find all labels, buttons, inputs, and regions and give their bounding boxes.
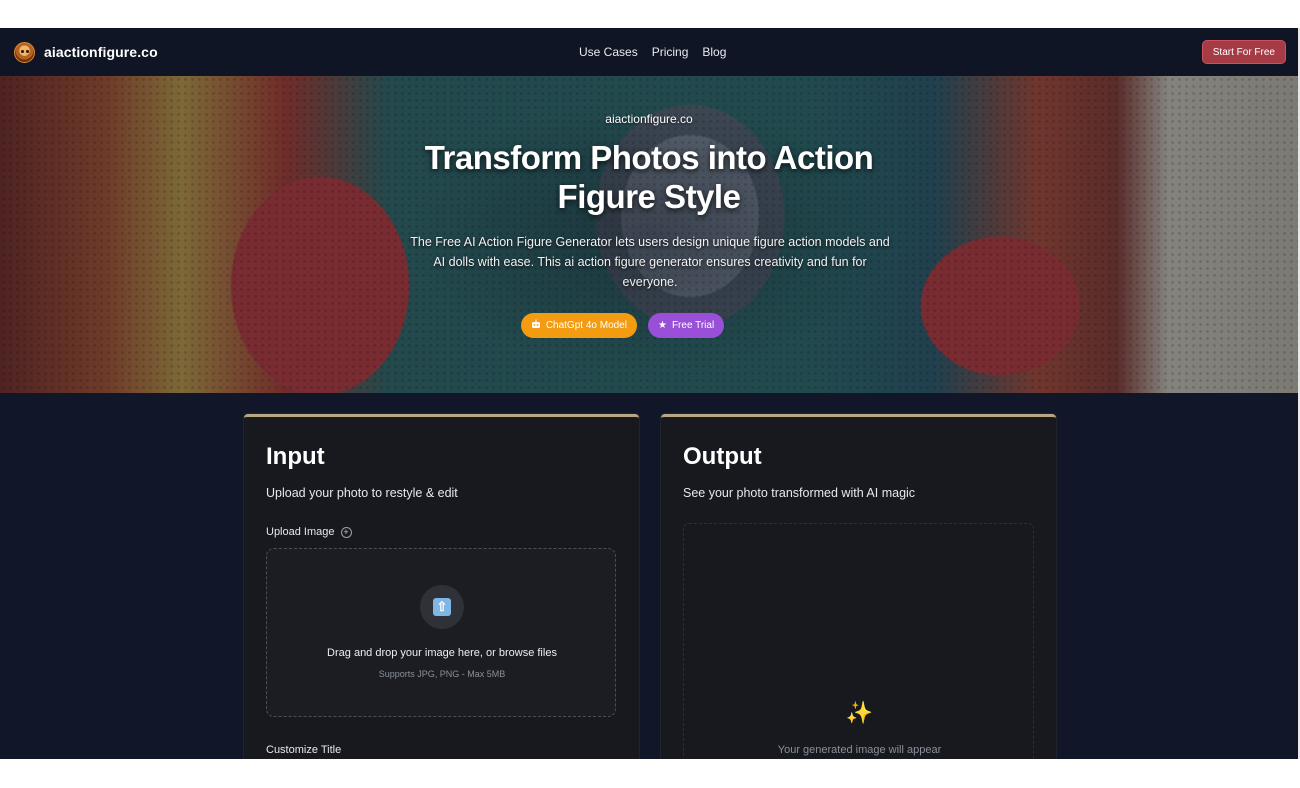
robot-icon xyxy=(531,319,541,332)
upload-image-label-text: Upload Image xyxy=(266,526,335,538)
chatgpt-model-label: ChatGpt 4o Model xyxy=(545,320,627,331)
free-trial-button[interactable]: ★ Free Trial xyxy=(647,313,725,338)
input-card: Input Upload your photo to restyle & edi… xyxy=(244,414,639,759)
free-trial-label: Free Trial xyxy=(671,320,715,331)
chatgpt-model-button[interactable]: ChatGpt 4o Model xyxy=(520,313,637,338)
dropzone-hint: Supports JPG, PNG - Max 5MB xyxy=(378,669,506,679)
plus-icon[interactable]: + xyxy=(340,526,352,538)
output-preview-area: ✨ Your generated image will appear xyxy=(683,523,1034,759)
nav-links: Use Cases Pricing Blog xyxy=(579,28,726,76)
output-card-subtitle: See your photo transformed with AI magic xyxy=(683,486,916,500)
hero-description: The Free AI Action Figure Generator lets… xyxy=(410,235,890,289)
dropzone-text: Drag and drop your image here, or browse… xyxy=(327,647,557,659)
upload-image-label: Upload Image + xyxy=(266,526,352,538)
output-card: Output See your photo transformed with A… xyxy=(661,414,1056,759)
star-icon: ★ xyxy=(657,319,667,331)
nav-link-pricing[interactable]: Pricing xyxy=(652,45,689,59)
hero-eyebrow: aiactionfigure.co xyxy=(605,112,693,126)
image-dropzone[interactable]: ⇧ Drag and drop your image here, or brow… xyxy=(266,548,616,717)
brand-logo[interactable]: aiactionfigure.co xyxy=(14,41,158,63)
upload-arrow-icon: ⇧ xyxy=(433,598,451,616)
nav-link-blog[interactable]: Blog xyxy=(702,45,726,59)
mascot-logo-icon xyxy=(14,41,35,63)
hero-banner: aiactionfigure.co Transform Photos into … xyxy=(0,76,1298,393)
customize-title-label: Customize Title xyxy=(266,744,342,756)
output-placeholder-text: Your generated image will appear xyxy=(777,744,942,756)
brand-name: aiactionfigure.co xyxy=(44,44,158,60)
top-nav: aiactionfigure.co Use Cases Pricing Blog… xyxy=(0,28,1298,76)
input-card-subtitle: Upload your photo to restyle & edit xyxy=(266,486,458,500)
nav-link-use-cases[interactable]: Use Cases xyxy=(579,45,638,59)
start-for-free-button[interactable]: Start For Free xyxy=(1201,40,1286,64)
sparkle-icon: ✨ xyxy=(845,700,874,725)
hero-title: Transform Photos into Action Figure Styl… xyxy=(424,139,874,215)
output-card-title: Output xyxy=(683,443,762,470)
page-viewport: aiactionfigure.co Use Cases Pricing Blog… xyxy=(0,28,1300,759)
upload-icon-circle: ⇧ xyxy=(420,585,464,629)
input-card-title: Input xyxy=(266,443,325,470)
hero-buttons: ChatGpt 4o Model ★ Free Trial xyxy=(0,313,1298,338)
